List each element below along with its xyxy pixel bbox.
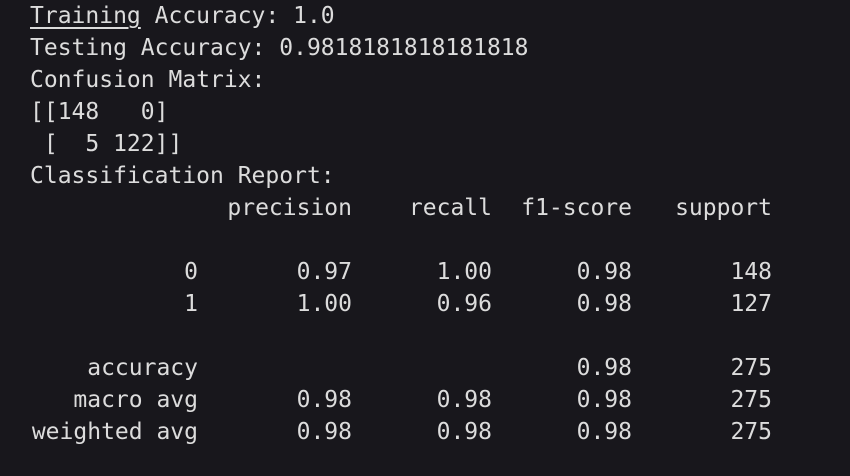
report-row-precision: 0.98: [296, 419, 352, 445]
report-row-support: 275: [730, 355, 772, 381]
terminal-output: Training Accuracy: 1.0 Testing Accuracy:…: [30, 0, 830, 476]
report-row-label: 1: [184, 291, 198, 317]
report-row-f1-score: 0.98: [576, 355, 632, 381]
report-row-f1-score: 0.98: [576, 259, 632, 285]
report-header-precision: precision: [227, 195, 352, 221]
report-header-f1-score: f1-score: [521, 195, 632, 221]
report-row-label: macro avg: [73, 387, 198, 413]
report-row-recall: 1.00: [436, 259, 492, 285]
report-row-f1-score: 0.98: [576, 387, 632, 413]
report-row-recall: 0.98: [436, 419, 492, 445]
report-row-support: 148: [730, 259, 772, 285]
training-accuracy-line: Training Accuracy: 1.0: [30, 0, 335, 32]
report-row-recall: 0.96: [436, 291, 492, 317]
report-row-recall: 0.98: [436, 387, 492, 413]
testing-accuracy-line: Testing Accuracy: 0.9818181818181818: [30, 35, 529, 61]
report-row-precision: 1.00: [296, 291, 352, 317]
report-row-label: weighted avg: [31, 419, 198, 445]
confusion-matrix-row: [[148 0]: [30, 99, 169, 125]
report-row-precision: 0.97: [296, 259, 352, 285]
confusion-matrix-row: [ 5 122]]: [30, 131, 183, 157]
report-row-precision: 0.98: [296, 387, 352, 413]
report-row-f1-score: 0.98: [576, 419, 632, 445]
training-accuracy-value: Accuracy: 1.0: [140, 3, 335, 29]
report-row-support: 275: [730, 419, 772, 445]
report-row-label: accuracy: [87, 355, 198, 381]
confusion-matrix-title: Confusion Matrix:: [30, 67, 266, 93]
report-row-support: 275: [730, 387, 772, 413]
report-header-recall: recall: [408, 195, 492, 221]
report-header-support: support: [675, 195, 772, 221]
training-accuracy-label: Training: [30, 3, 141, 29]
classification-report-title: Classification Report:: [30, 163, 335, 189]
report-row-support: 127: [730, 291, 772, 317]
report-row-label: 0: [184, 259, 198, 285]
report-row-f1-score: 0.98: [576, 291, 632, 317]
